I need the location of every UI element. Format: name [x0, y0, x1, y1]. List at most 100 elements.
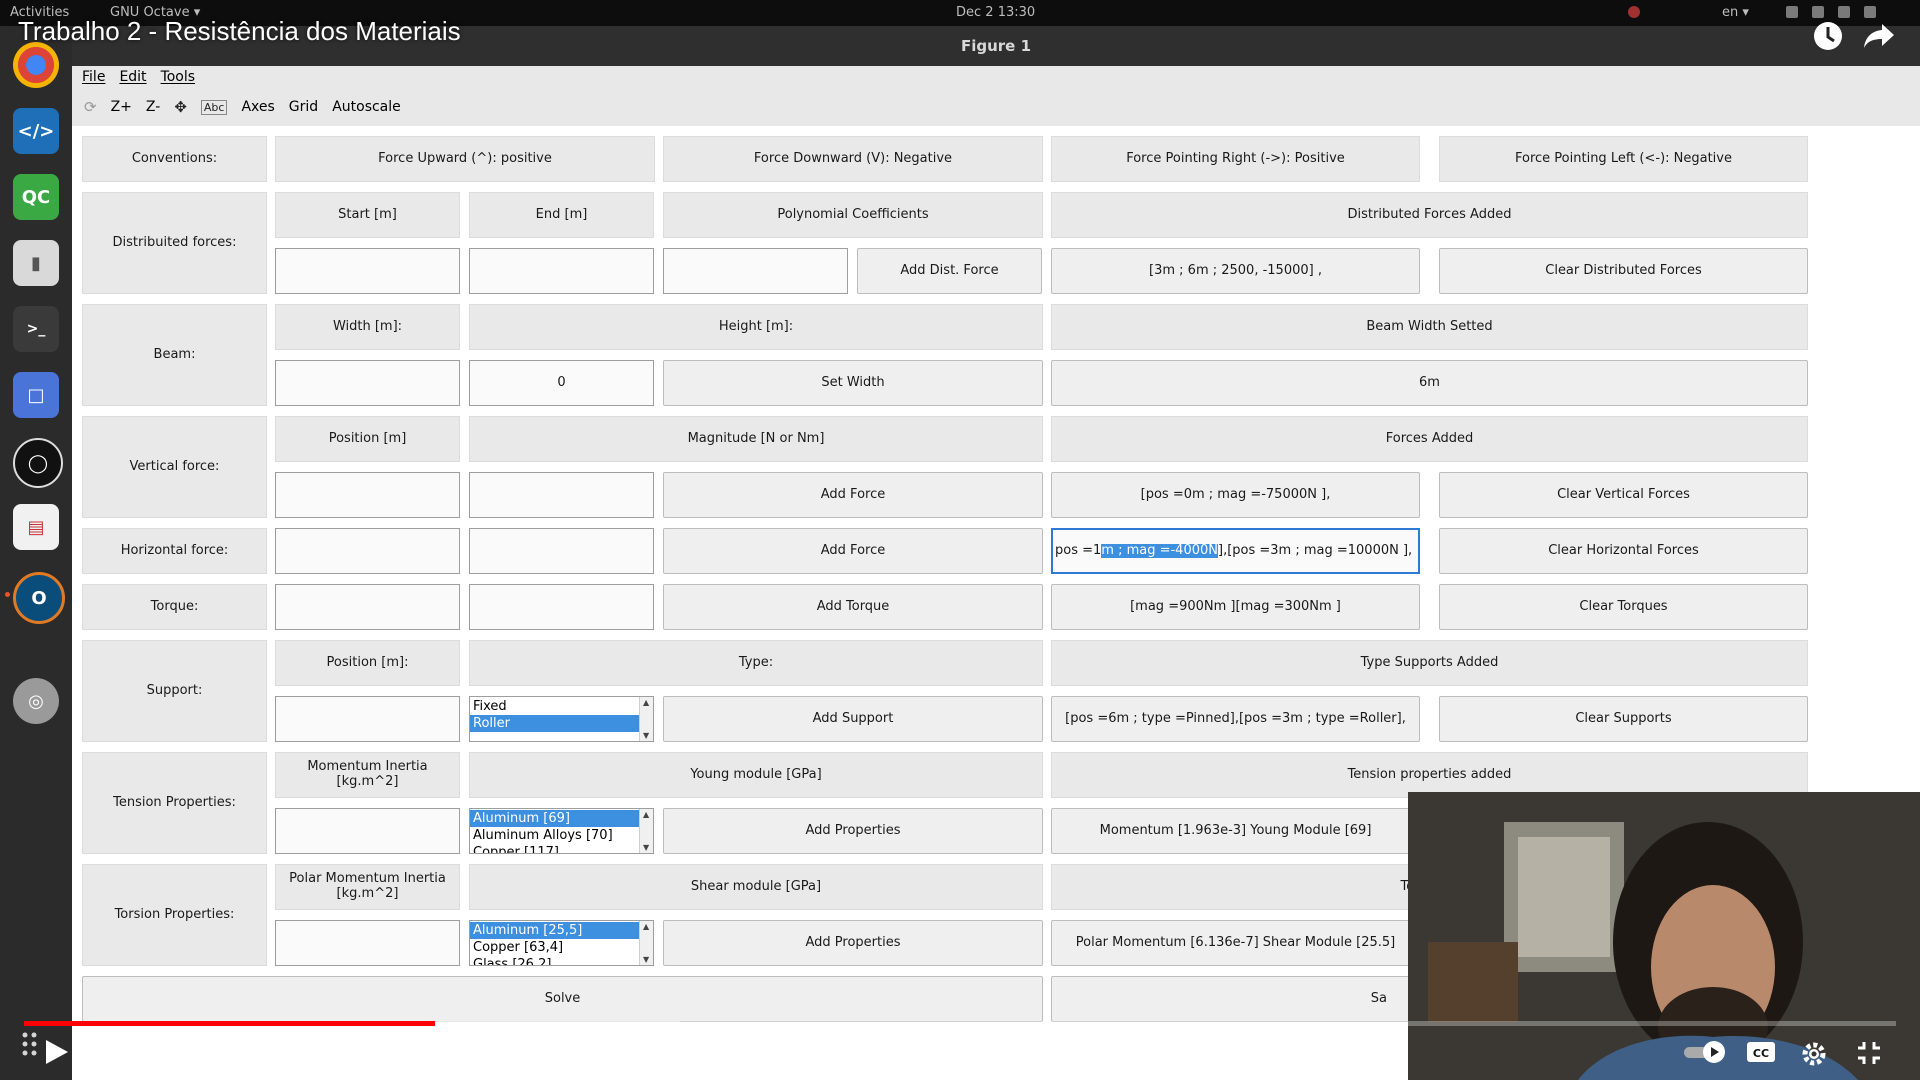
- autoplay-toggle[interactable]: [1682, 1040, 1730, 1069]
- menu-file[interactable]: File: [82, 69, 105, 85]
- vertical-position-input[interactable]: [275, 472, 460, 518]
- listbox-scrollbar[interactable]: ▲ ▼: [639, 697, 653, 741]
- listbox-scrollbar[interactable]: ▲ ▼: [639, 921, 653, 965]
- network-icon[interactable]: [1786, 6, 1798, 18]
- solve-button[interactable]: Solve: [82, 976, 1043, 1022]
- volume-icon[interactable]: [1812, 6, 1824, 18]
- play-icon[interactable]: [44, 1038, 70, 1071]
- beam-height-input[interactable]: 0: [469, 360, 654, 406]
- pan-icon[interactable]: ✥: [174, 98, 187, 116]
- autoscale-button[interactable]: Autoscale: [332, 99, 401, 115]
- add-support-button[interactable]: Add Support: [663, 696, 1043, 742]
- torsion-added-value[interactable]: Polar Momentum [6.136e-7] Shear Module […: [1051, 920, 1420, 966]
- young-option-alloys[interactable]: Aluminum Alloys [70]: [470, 827, 639, 844]
- support-option-fixed[interactable]: Fixed: [470, 698, 639, 715]
- video-title[interactable]: Trabalho 2 - Resistência dos Materiais: [18, 16, 461, 47]
- dist-end-input[interactable]: [469, 248, 654, 294]
- clear-torques-button[interactable]: Clear Torques: [1439, 584, 1808, 630]
- files-icon[interactable]: ▮: [13, 240, 59, 286]
- svg-text:CC: CC: [1753, 1047, 1769, 1060]
- add-vertical-force-button[interactable]: Add Force: [663, 472, 1043, 518]
- horizontal-value-before: pos =1: [1055, 542, 1102, 558]
- grid-button[interactable]: Grid: [289, 99, 318, 115]
- set-width-button[interactable]: Set Width: [663, 360, 1043, 406]
- share-icon[interactable]: [1862, 20, 1896, 56]
- young-option-aluminum[interactable]: Aluminum [69]: [470, 810, 639, 827]
- supports-added-value[interactable]: [pos =6m ; type =Pinned],[pos =3m ; type…: [1051, 696, 1420, 742]
- torque-added-value[interactable]: [mag =900Nm ][mag =300Nm ]: [1051, 584, 1420, 630]
- young-option-copper[interactable]: Copper [117]: [470, 844, 639, 853]
- horizontal-added-field[interactable]: pos =1 m ; mag =-4000N ],[pos =3m ; mag =…: [1051, 528, 1420, 574]
- add-torsion-properties-button[interactable]: Add Properties: [663, 920, 1043, 966]
- support-position-label: Position [m]:: [275, 640, 460, 686]
- add-horizontal-force-button[interactable]: Add Force: [663, 528, 1043, 574]
- progress-played[interactable]: [24, 1021, 435, 1026]
- momentum-inertia-label: Momentum Inertia [kg.m^2]: [275, 752, 460, 798]
- zoom-in-button[interactable]: Z+: [111, 99, 132, 115]
- young-module-listbox[interactable]: Aluminum [69] Aluminum Alloys [70] Coppe…: [469, 808, 654, 854]
- vertical-magnitude-input[interactable]: [469, 472, 654, 518]
- qtcreator-icon[interactable]: QC: [13, 174, 59, 220]
- polar-inertia-input[interactable]: [275, 920, 460, 966]
- captions-icon[interactable]: CC: [1746, 1040, 1776, 1069]
- video-controls: 3:08 / 14:11 ⌄ CC: [0, 1030, 1920, 1080]
- volume-icon[interactable]: [156, 1038, 188, 1071]
- menu-edit[interactable]: Edit: [119, 69, 146, 85]
- chevron-down-icon[interactable]: ⌄: [952, 1038, 967, 1059]
- support-option-roller[interactable]: Roller: [470, 715, 639, 732]
- torque-magnitude-input[interactable]: [469, 584, 654, 630]
- text-tool-icon[interactable]: Abc: [200, 99, 228, 115]
- horizontal-value-selected: m ; mag =-4000N: [1101, 542, 1218, 559]
- clear-distributed-button[interactable]: Clear Distributed Forces: [1439, 248, 1808, 294]
- add-torque-button[interactable]: Add Torque: [663, 584, 1043, 630]
- menu-tools[interactable]: Tools: [161, 69, 196, 85]
- watch-later-icon[interactable]: [1812, 20, 1844, 56]
- axes-button[interactable]: Axes: [241, 99, 274, 115]
- distributed-label: Distribuited forces:: [82, 192, 267, 294]
- zoom-out-button[interactable]: Z-: [146, 99, 160, 115]
- terminal-icon[interactable]: >_: [13, 306, 59, 352]
- microphone-icon[interactable]: [1838, 6, 1850, 18]
- beam-setted-value[interactable]: 6m: [1051, 360, 1808, 406]
- add-dist-force-button[interactable]: Add Dist. Force: [857, 248, 1042, 294]
- exit-fullscreen-icon[interactable]: [1856, 1040, 1882, 1071]
- clear-supports-button[interactable]: Clear Supports: [1439, 696, 1808, 742]
- dist-added-value[interactable]: [3m ; 6m ; 2500, -15000] ,: [1051, 248, 1420, 294]
- shear-option-glass[interactable]: Glass [26,2]: [470, 956, 639, 965]
- horizontal-magnitude-input[interactable]: [469, 528, 654, 574]
- support-type-listbox[interactable]: Fixed Roller ▲ ▼: [469, 696, 654, 742]
- battery-icon[interactable]: [1864, 6, 1876, 18]
- clear-vertical-button[interactable]: Clear Vertical Forces: [1439, 472, 1808, 518]
- next-icon[interactable]: [108, 1040, 132, 1069]
- status-icon[interactable]: [1628, 6, 1640, 18]
- horizontal-position-input[interactable]: [275, 528, 460, 574]
- octave-icon[interactable]: O: [13, 572, 65, 624]
- chrome-icon[interactable]: [13, 42, 59, 88]
- settings-icon[interactable]: [1800, 1040, 1828, 1073]
- language-indicator[interactable]: en ▾: [1722, 5, 1749, 20]
- support-position-input[interactable]: [275, 696, 460, 742]
- torque-position-input[interactable]: [275, 584, 460, 630]
- clock[interactable]: Dec 2 13:30: [956, 5, 1035, 20]
- beam-width-input[interactable]: [275, 360, 460, 406]
- shear-option-aluminum[interactable]: Aluminum [25,5]: [470, 922, 639, 939]
- dist-end-label: End [m]: [469, 192, 654, 238]
- vscode-icon[interactable]: </>: [13, 108, 59, 154]
- shear-module-listbox[interactable]: Aluminum [25,5] Copper [63,4] Glass [26,…: [469, 920, 654, 966]
- obs-icon[interactable]: ◯: [13, 438, 63, 488]
- add-tension-properties-button[interactable]: Add Properties: [663, 808, 1043, 854]
- disk-icon[interactable]: ◎: [13, 678, 59, 724]
- torque-label: Torque:: [82, 584, 267, 630]
- listbox-scrollbar[interactable]: ▲ ▼: [639, 809, 653, 853]
- dist-start-input[interactable]: [275, 248, 460, 294]
- tension-added-value[interactable]: Momentum [1.963e-3] Young Module [69]: [1051, 808, 1420, 854]
- time-display: 3:08 / 14:11: [205, 1042, 304, 1063]
- vertical-added-value[interactable]: [pos =0m ; mag =-75000N ],: [1051, 472, 1420, 518]
- screenshot-icon[interactable]: □: [13, 372, 59, 418]
- momentum-inertia-input[interactable]: [275, 808, 460, 854]
- shear-option-copper[interactable]: Copper [63,4]: [470, 939, 639, 956]
- document-viewer-icon[interactable]: ▤: [13, 504, 59, 550]
- clear-horizontal-button[interactable]: Clear Horizontal Forces: [1439, 528, 1808, 574]
- dist-coeffs-input[interactable]: [663, 248, 848, 294]
- rotate-icon[interactable]: ⟳: [84, 98, 97, 116]
